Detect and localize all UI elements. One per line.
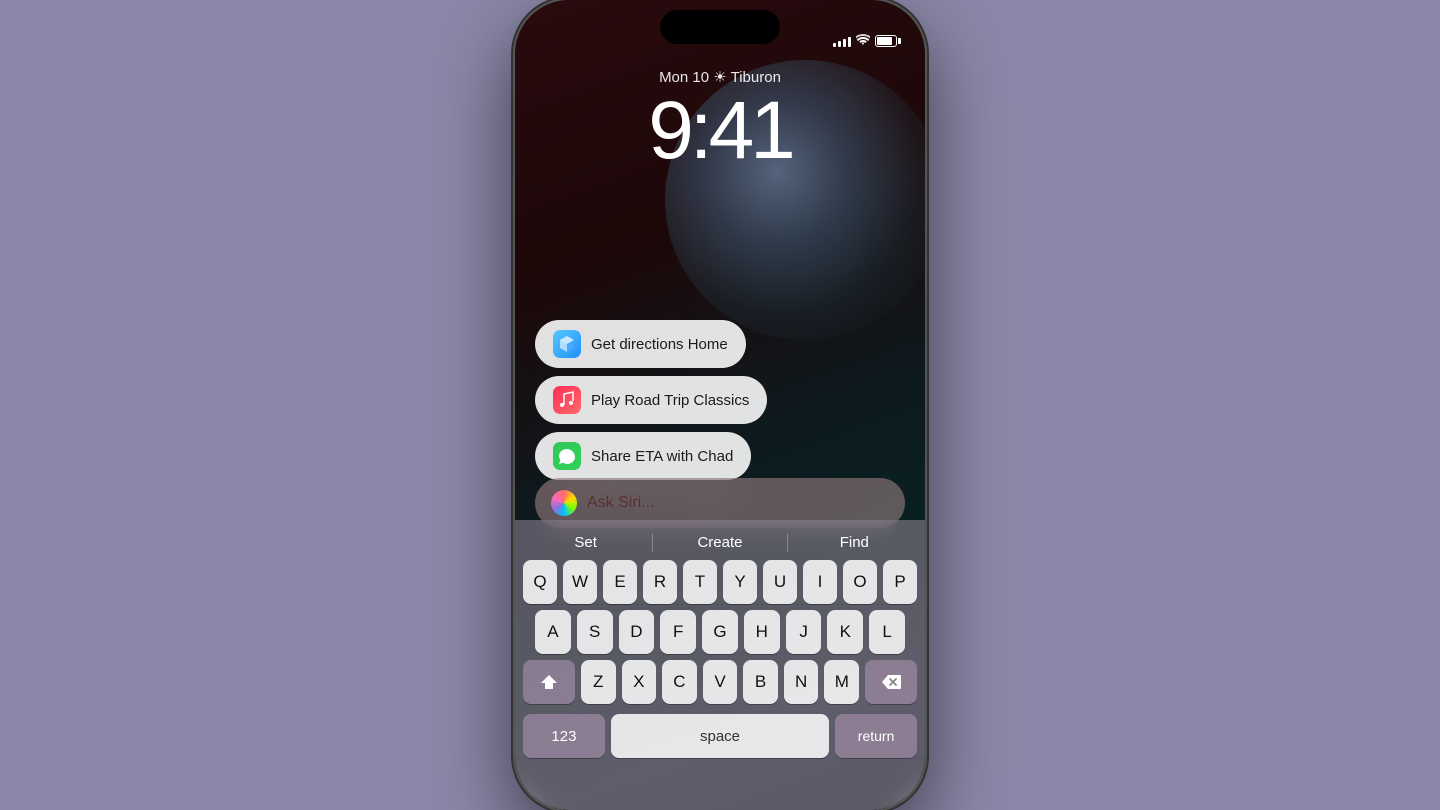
phone-screen: Mon 10 ☀ Tiburon 9:41 Get directions Hom… <box>515 0 925 810</box>
key-x[interactable]: X <box>622 660 657 704</box>
shift-key[interactable] <box>523 660 575 704</box>
key-d[interactable]: D <box>619 610 655 654</box>
battery-icon <box>875 35 897 47</box>
backspace-key[interactable] <box>865 660 917 704</box>
key-c[interactable]: C <box>662 660 697 704</box>
key-y[interactable]: Y <box>723 560 757 604</box>
key-q[interactable]: Q <box>523 560 557 604</box>
keyboard-bottom-row: 123 space return <box>519 710 921 760</box>
keyboard-row-2: A S D F G H J K L <box>519 610 921 654</box>
music-app-icon <box>553 386 581 414</box>
key-a[interactable]: A <box>535 610 571 654</box>
suggestion-directions-label: Get directions Home <box>591 336 728 353</box>
siri-placeholder: Ask Siri... <box>587 494 889 512</box>
key-r[interactable]: R <box>643 560 677 604</box>
suggestion-directions[interactable]: Get directions Home <box>535 320 746 368</box>
key-b[interactable]: B <box>743 660 778 704</box>
keyboard: Set Create Find Q W E R T Y U I O P <box>515 520 925 810</box>
dynamic-island <box>660 10 780 44</box>
key-h[interactable]: H <box>744 610 780 654</box>
suggestion-music[interactable]: Play Road Trip Classics <box>535 376 767 424</box>
key-u[interactable]: U <box>763 560 797 604</box>
pred-word-find[interactable]: Find <box>788 534 921 552</box>
predictive-bar: Set Create Find <box>519 528 921 560</box>
key-o[interactable]: O <box>843 560 877 604</box>
suggestion-share-eta[interactable]: Share ETA with Chad <box>535 432 751 480</box>
key-p[interactable]: P <box>883 560 917 604</box>
suggestion-music-label: Play Road Trip Classics <box>591 392 749 409</box>
key-v[interactable]: V <box>703 660 738 704</box>
pred-word-set[interactable]: Set <box>519 534 652 552</box>
suggestion-share-eta-label: Share ETA with Chad <box>591 448 733 465</box>
keyboard-row-1: Q W E R T Y U I O P <box>519 560 921 604</box>
key-i[interactable]: I <box>803 560 837 604</box>
lock-screen-info: Mon 10 ☀ Tiburon 9:41 <box>515 68 925 172</box>
wifi-icon <box>856 33 870 48</box>
return-key[interactable]: return <box>835 714 917 758</box>
pred-word-create[interactable]: Create <box>653 534 786 552</box>
key-z[interactable]: Z <box>581 660 616 704</box>
key-g[interactable]: G <box>702 610 738 654</box>
key-s[interactable]: S <box>577 610 613 654</box>
messages-app-icon <box>553 442 581 470</box>
key-k[interactable]: K <box>827 610 863 654</box>
key-l[interactable]: L <box>869 610 905 654</box>
siri-suggestions: Get directions Home Play Road Trip Class… <box>535 320 905 480</box>
key-n[interactable]: N <box>784 660 819 704</box>
keyboard-row-3: Z X C V B N M <box>519 660 921 704</box>
phone-frame: Mon 10 ☀ Tiburon 9:41 Get directions Hom… <box>515 0 925 810</box>
maps-app-icon <box>553 330 581 358</box>
lock-date: Mon 10 ☀ Tiburon <box>515 68 925 86</box>
number-key[interactable]: 123 <box>523 714 605 758</box>
status-right <box>833 33 897 48</box>
key-f[interactable]: F <box>660 610 696 654</box>
lock-time: 9:41 <box>515 90 925 172</box>
key-j[interactable]: J <box>786 610 822 654</box>
battery-fill <box>877 37 892 45</box>
key-t[interactable]: T <box>683 560 717 604</box>
key-e[interactable]: E <box>603 560 637 604</box>
siri-icon <box>551 490 577 516</box>
key-w[interactable]: W <box>563 560 597 604</box>
space-key[interactable]: space <box>611 714 829 758</box>
signal-icon <box>833 35 851 47</box>
key-m[interactable]: M <box>824 660 859 704</box>
